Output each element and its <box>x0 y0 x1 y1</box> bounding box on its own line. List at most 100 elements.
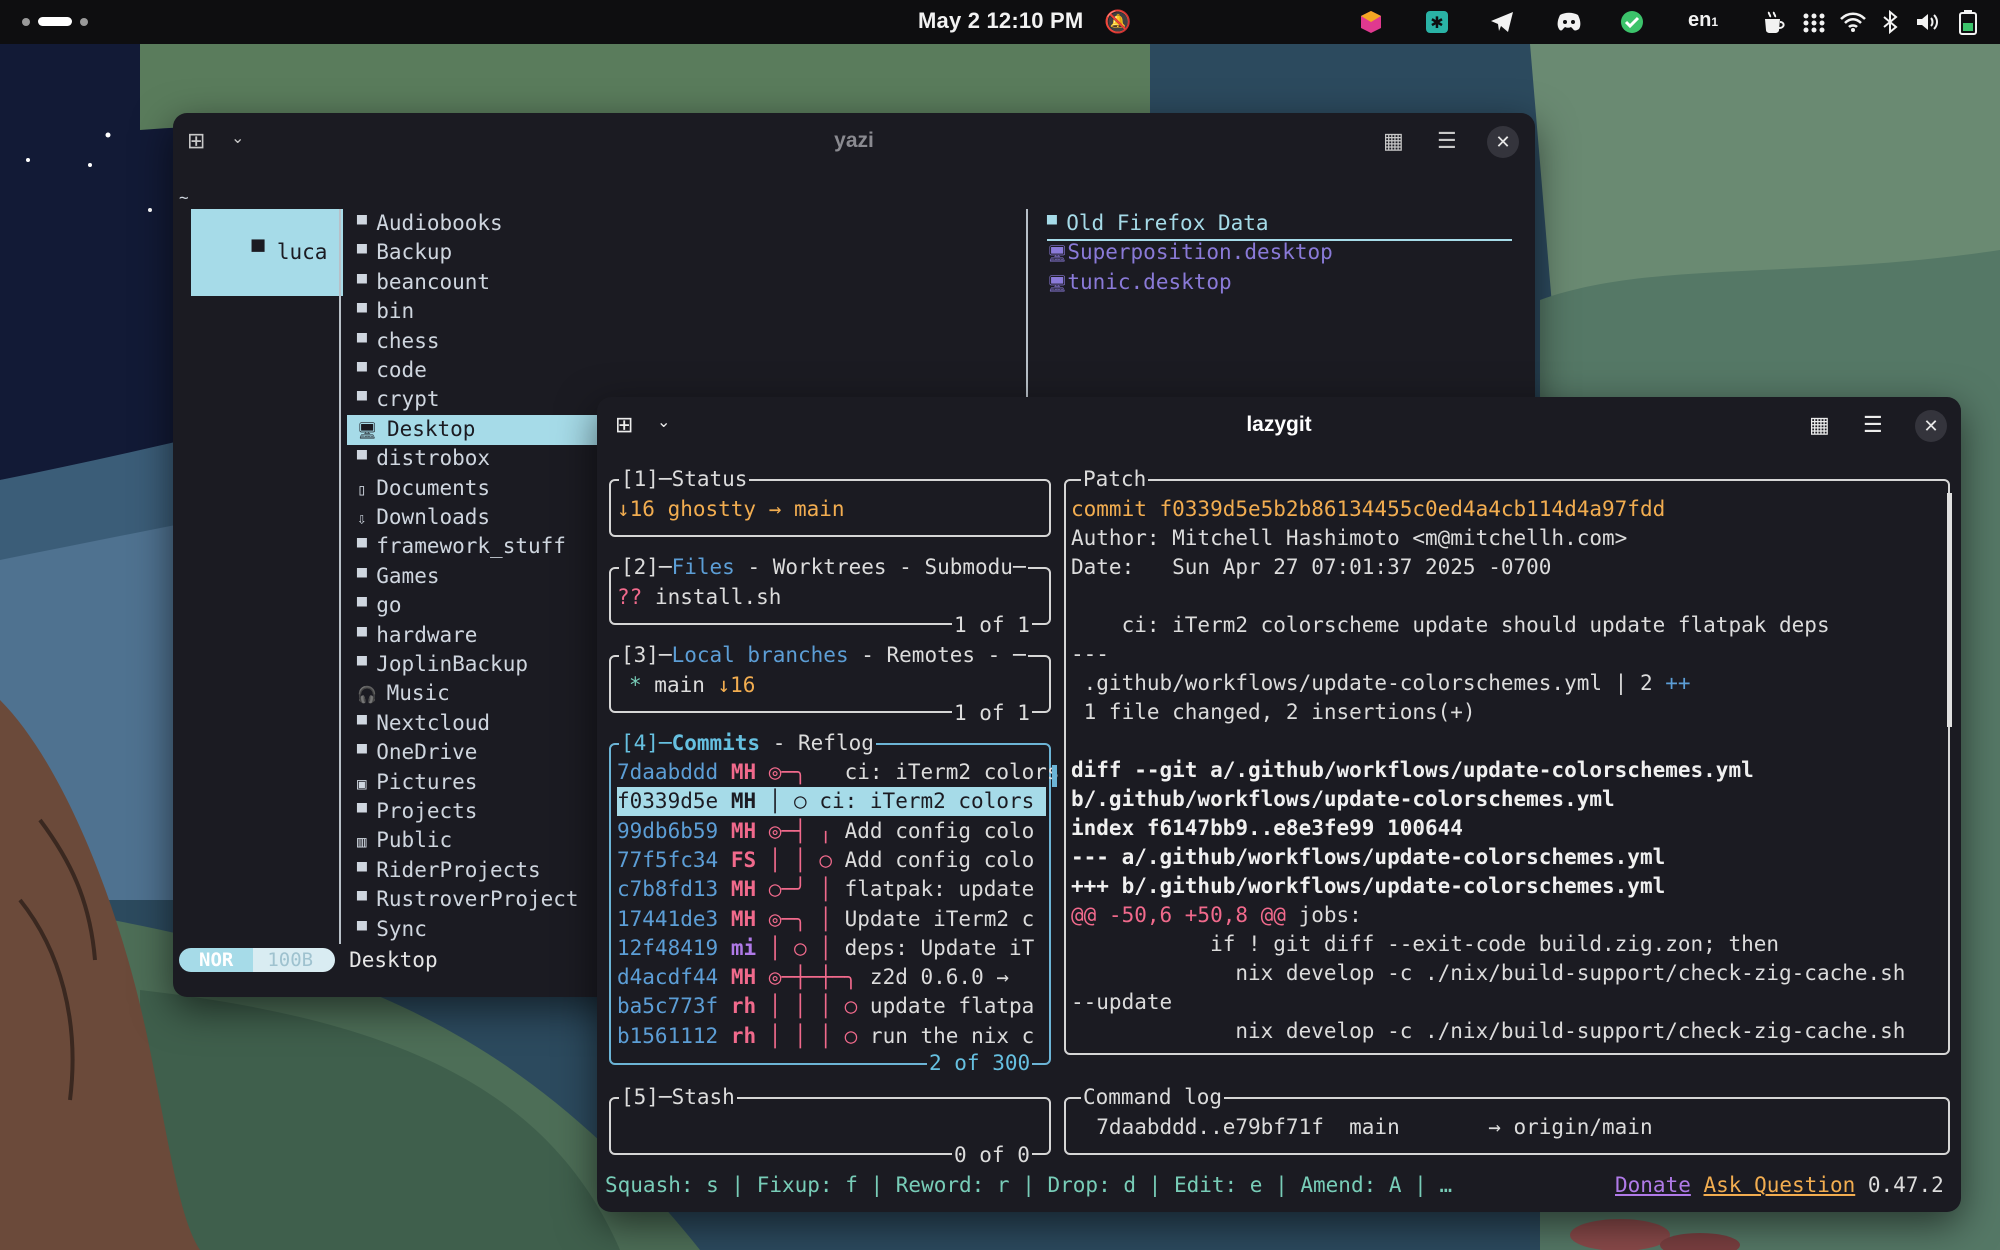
app-snowflake-icon[interactable]: ✱ <box>1425 10 1449 40</box>
commit-row[interactable]: b1561112 rh │ │ │ ○ run the nix c <box>617 1022 1034 1051</box>
lazygit-window[interactable]: ⊞ ⌄ lazygit ▦ ☰ ✕ [1]─Status ↓16 ghostty… <box>597 397 1961 1212</box>
svg-text:✱: ✱ <box>1430 13 1443 32</box>
ask-question-link[interactable]: Ask Question <box>1704 1173 1856 1197</box>
dir-item[interactable]: ▀ Backup <box>347 238 452 268</box>
commit-row[interactable]: 7daabddd MH ◎─╮ ci: iTerm2 colors <box>617 758 1060 787</box>
folder-icon: ▀ <box>357 391 377 411</box>
dir-item[interactable]: ▀ Nextcloud <box>347 709 490 739</box>
tab-reflog[interactable]: - Reflog <box>760 731 874 755</box>
commits-panel-title[interactable]: [4]─Commits - Reflog <box>619 729 876 758</box>
branch-row[interactable]: * main ↓16 <box>629 671 755 700</box>
dnd-bell-off-icon[interactable]: 🔕 <box>1104 9 1131 35</box>
tab-files[interactable]: Files <box>672 555 735 579</box>
preview-item[interactable]: 🖥tunic.desktop <box>1047 268 1232 298</box>
volume-icon[interactable] <box>1916 12 1940 38</box>
coffee-icon[interactable] <box>1762 10 1786 40</box>
dir-item[interactable]: ▀ crypt <box>347 385 439 415</box>
patch-stat-summary: 1 file changed, 2 insertions(+) <box>1071 700 1476 724</box>
commit-graph: ◎─╮ │ <box>768 906 845 931</box>
dir-item[interactable]: ▀ RustroverProject <box>347 885 579 915</box>
patch-index: index f6147bb9..e8e3fe99 100644 <box>1071 816 1463 840</box>
commit-row[interactable]: c7b8fd13 MH ○─╯ │ flatpak: update <box>617 875 1034 904</box>
dir-item[interactable]: ▣ Pictures <box>347 768 477 798</box>
dir-item[interactable]: ▀ Audiobooks <box>347 209 503 239</box>
lazygit-titlebar[interactable]: ⊞ ⌄ lazygit ▦ ☰ ✕ <box>597 397 1961 455</box>
dir-item[interactable]: 🎧 Music <box>347 679 450 709</box>
dir-item[interactable]: ▀ bin <box>347 297 414 327</box>
commit-graph: │ ○ <box>768 789 820 814</box>
dir-item[interactable]: ▥ Public <box>347 826 452 856</box>
lang-indicator[interactable]: en1 <box>1688 9 1718 32</box>
dir-item[interactable]: ▀ RiderProjects <box>347 856 541 886</box>
folder-icon: ▀ <box>357 714 377 734</box>
tile-grid-icon[interactable]: ▦ <box>1809 412 1830 438</box>
bluetooth-icon[interactable] <box>1882 9 1898 40</box>
telegram-icon[interactable] <box>1490 11 1514 39</box>
preview-item[interactable]: ▀ Old Firefox Data <box>1047 209 1512 241</box>
dir-item[interactable]: ▀ distrobox <box>347 444 490 474</box>
dir-item[interactable]: ▀ beancount <box>347 268 490 298</box>
menu-icon[interactable]: ☰ <box>1437 128 1457 154</box>
commit-row[interactable]: 77f5fc34 FS │ │ ○ Add config colo <box>617 846 1034 875</box>
commit-message: run the nix c <box>869 1023 1035 1048</box>
branches-tabs-rest[interactable]: - Remotes - ─ <box>849 643 1025 667</box>
dir-item[interactable]: ▀ Projects <box>347 797 477 827</box>
patch-minus-file: --- a/.github/workflows/update-colorsche… <box>1071 845 1666 869</box>
dir-item[interactable]: ▀ framework_stuff <box>347 532 566 562</box>
hunk-range: @@ -50,6 +50,8 @@ <box>1071 903 1286 927</box>
dir-item[interactable]: ▀ go <box>347 591 402 621</box>
patch-scrollbar[interactable] <box>1947 493 1952 727</box>
commit-row[interactable]: d4acdf44 MH ◎─┼─┼─╮ z2d 0.6.0 → <box>617 963 1009 992</box>
commit-message: Add config colo <box>844 847 1035 872</box>
tab-local-branches[interactable]: Local branches <box>672 643 849 667</box>
folder-icon: ▀ <box>1047 215 1067 234</box>
status-line-text: ↓16 ghostty → main <box>617 497 845 521</box>
commit-row[interactable]: ba5c773f rh │ │ │ ○ update flatpa <box>617 992 1034 1021</box>
branches-panel-title[interactable]: [3]─Local branches - Remotes - ─ <box>619 641 1028 670</box>
dir-item[interactable]: 🖥 Desktop <box>347 414 607 445</box>
dir-item[interactable]: ▀ code <box>347 356 427 386</box>
dir-item[interactable]: ▀ chess <box>347 327 439 357</box>
check-icon[interactable] <box>1620 10 1644 40</box>
workspace-dot[interactable] <box>22 17 30 26</box>
discord-icon[interactable] <box>1556 12 1582 38</box>
commit-row[interactable]: 99db6b59 MH ◎─┤ ╷ Add config colo <box>617 817 1034 846</box>
dir-item-label: bin <box>376 299 415 324</box>
dir-item[interactable]: ▀ Games <box>347 562 439 592</box>
dir-item[interactable]: ▀ JoplinBackup <box>347 650 528 680</box>
commit-row[interactable]: 17441de3 MH ◎─╮ │ Update iTerm2 c <box>617 905 1034 934</box>
file-row[interactable]: ?? install.sh <box>617 583 781 612</box>
commit-row[interactable]: f0339d5e MH │ ○ ci: iTerm2 colors <box>617 787 1046 817</box>
commit-hash: 77f5fc34 <box>617 847 719 872</box>
dir-item[interactable]: ▯ Documents <box>347 474 490 504</box>
commit-hash: 7daabddd <box>617 760 719 784</box>
file-name: install.sh <box>642 585 782 609</box>
yazi-titlebar[interactable]: ⊞ ⌄ yazi ▦ ☰ ✕ <box>173 113 1535 171</box>
tab-commits[interactable]: Commits <box>672 731 761 755</box>
branches-num: [3]─ <box>621 643 672 667</box>
yazi-status-bar: NOR 100B Desktop <box>179 945 438 975</box>
menu-icon[interactable]: ☰ <box>1863 412 1883 438</box>
dir-item[interactable]: ▀ OneDrive <box>347 738 477 768</box>
dir-item[interactable]: ⇩ Downloads <box>347 503 490 533</box>
dir-item[interactable]: ▀ hardware <box>347 621 477 651</box>
parent-dir-item[interactable]: ▀ luca <box>191 209 343 296</box>
commits-scrollbar[interactable] <box>1052 765 1057 787</box>
tile-grid-icon[interactable]: ▦ <box>1383 128 1404 154</box>
donate-link[interactable]: Donate <box>1615 1173 1691 1197</box>
files-tabs-rest[interactable]: - Worktrees - Submodu─ <box>735 555 1025 579</box>
preview-item[interactable]: 🖥Superposition.desktop <box>1047 238 1333 268</box>
close-icon[interactable]: ✕ <box>1487 126 1519 158</box>
workspace-active[interactable] <box>38 17 72 26</box>
workspace-dot[interactable] <box>80 17 88 26</box>
close-icon[interactable]: ✕ <box>1915 410 1947 442</box>
commit-row[interactable]: 12f48419 mi │ ○ │ deps: Update iT <box>617 934 1034 963</box>
grid-icon[interactable] <box>1802 12 1826 40</box>
battery-icon[interactable] <box>1958 9 1978 41</box>
clock[interactable]: May 2 12:10 PM <box>918 8 1083 34</box>
files-panel-title[interactable]: [2]─Files - Worktrees - Submodu─ <box>619 553 1028 582</box>
dir-item[interactable]: ▀ Sync <box>347 915 427 945</box>
wifi-icon[interactable] <box>1840 12 1866 38</box>
app-color-icon[interactable] <box>1360 10 1382 40</box>
workspace-indicator[interactable] <box>22 17 88 26</box>
